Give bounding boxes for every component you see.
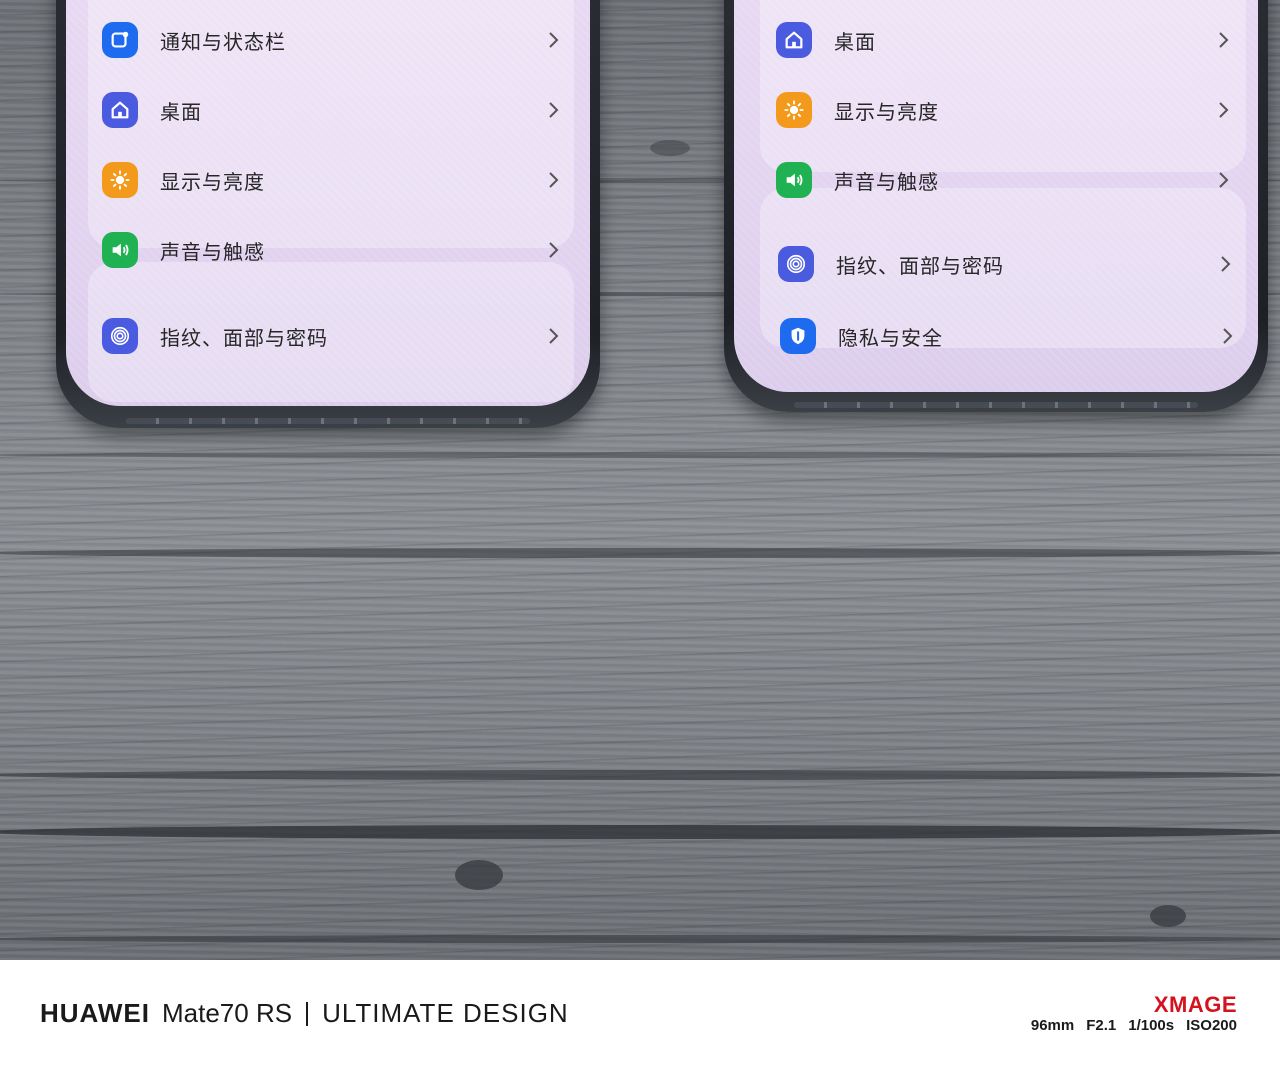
chevron-right-icon [1216,254,1236,274]
settings-row-sound[interactable]: 声音与触感 [776,154,1234,206]
chevron-right-icon [544,326,564,346]
iso: ISO200 [1186,1017,1237,1034]
sun-icon [102,162,138,198]
brand-name: HUAWEI [40,998,150,1028]
home-icon [776,22,812,58]
wood-grain [0,825,1280,839]
aperture: F2.1 [1086,1017,1117,1034]
chevron-right-icon [544,170,564,190]
settings-row-display[interactable]: 显示与亮度 [102,154,564,206]
row-label: 指纹、面部与密码 [160,325,328,350]
fingerprint-icon [778,246,814,282]
fingerprint-icon [102,318,138,354]
wood-grain [0,770,1280,780]
speaker-icon [776,162,812,198]
wood-knot [455,860,503,890]
settings-row-desktop[interactable]: 桌面 [102,84,564,136]
exif-specs: 96mm F2.1 1/100s ISO200 [1031,1017,1237,1034]
notification-icon [102,22,138,58]
shield-icon [780,318,816,354]
phone-frame-edge [794,402,1198,408]
row-label: 隐私与安全 [838,325,943,350]
photo-background: 通知与状态栏 桌面 显示与亮度 声音与触感 指纹、面部与密码 桌面 显示与亮度 … [0,0,1280,960]
row-label: 桌面 [160,99,202,124]
chevron-right-icon [1214,30,1234,50]
settings-row-display[interactable]: 显示与亮度 [776,84,1234,136]
model-name: Mate70 RS [162,998,293,1028]
right-phone-screen: 桌面 显示与亮度 声音与触感 指纹、面部与密码 隐私与安全 [734,0,1258,392]
camera-watermark-bar: HUAWEI Mate70 RS ULTIMATE DESIGN XMAGE 9… [0,960,1280,1068]
chevron-right-icon [1214,170,1234,190]
chevron-right-icon [1218,326,1238,346]
row-label: 显示与亮度 [160,169,265,194]
row-label: 显示与亮度 [834,99,939,124]
tagline: ULTIMATE DESIGN [322,998,569,1028]
row-label: 声音与触感 [834,169,939,194]
row-label: 声音与触感 [160,239,265,264]
row-label: 桌面 [834,29,876,54]
sun-icon [776,92,812,128]
settings-row-sound[interactable]: 声音与触感 [102,224,564,276]
left-phone-screen: 通知与状态栏 桌面 显示与亮度 声音与触感 指纹、面部与密码 [66,0,590,406]
wood-knot [1150,905,1186,927]
speaker-icon [102,232,138,268]
wood-knot [650,140,690,156]
left-phone: 通知与状态栏 桌面 显示与亮度 声音与触感 指纹、面部与密码 [56,0,600,428]
brand-line: HUAWEI Mate70 RS ULTIMATE DESIGN [40,998,569,1029]
settings-row-desktop[interactable]: 桌面 [776,14,1234,66]
row-label: 指纹、面部与密码 [836,253,1004,278]
settings-row-fingerprint[interactable]: 指纹、面部与密码 [102,310,564,362]
chevron-right-icon [1214,100,1234,120]
wood-grain [0,935,1280,943]
right-phone: 桌面 显示与亮度 声音与触感 指纹、面部与密码 隐私与安全 [724,0,1268,412]
chevron-right-icon [544,30,564,50]
settings-row-notifications[interactable]: 通知与状态栏 [102,14,564,66]
phone-frame-edge [126,418,530,424]
chevron-right-icon [544,240,564,260]
home-icon [102,92,138,128]
chevron-right-icon [544,100,564,120]
wood-grain [0,548,1280,558]
wood-grain [0,452,1280,458]
row-label: 通知与状态栏 [160,29,286,54]
settings-row-fingerprint[interactable]: 指纹、面部与密码 [778,238,1236,290]
focal-length: 96mm [1030,1017,1075,1034]
divider [306,1001,309,1026]
settings-row-privacy[interactable]: 隐私与安全 [780,310,1238,362]
shutter-speed: 1/100s [1128,1017,1175,1034]
xmage-logo: XMAGE [1153,992,1237,1017]
